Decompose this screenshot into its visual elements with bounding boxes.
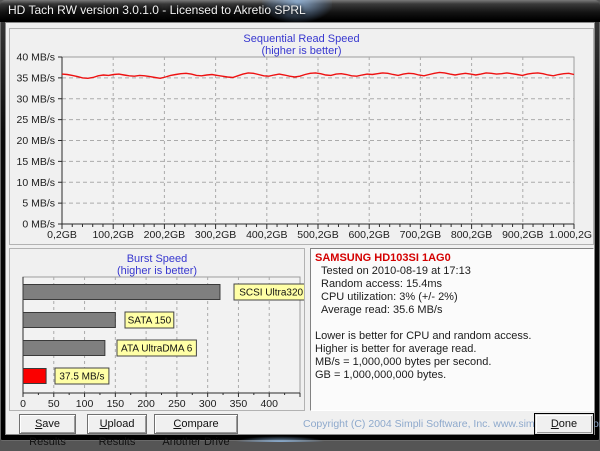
done-button[interactable]: Done (534, 413, 594, 435)
save-results-label: Save Results (20, 415, 75, 451)
bar (23, 285, 220, 300)
y-tick-label: 10 MB/s (16, 177, 55, 189)
sequential-read-plot: 40 MB/s 35 MB/s 30 MB/s 25 MB/s 20 MB/s 15 MB… (10, 29, 593, 243)
done-label: Done (535, 415, 593, 433)
x-tick-label: 50 (48, 398, 60, 409)
burst-speed-chart: Burst Speed (higher is better) 050100150… (9, 248, 305, 411)
burst-speed-plot: 0 50 100 150 200 250 300 350 400 SCSI Ultra320 SAT… (10, 249, 304, 409)
cpu-utilization-line: CPU utilization: 3% (+/- 2%) (315, 291, 589, 304)
x-tick-label: 100,2GB (92, 229, 133, 241)
x-tick-label: 200 (137, 398, 155, 409)
x-tick-label: 150 (107, 398, 125, 409)
note-line: GB = 1,000,000,000 bytes. (315, 369, 589, 382)
bar-label: SCSI Ultra320 (239, 288, 303, 299)
bar-label: 37.5 MB/s (59, 372, 104, 383)
window-title: HD Tach RW version 3.0.1.0 - Licensed to… (8, 3, 306, 17)
random-access-line: Random access: 15.4ms (315, 278, 589, 291)
x-tick-label: 0,2GB (47, 229, 77, 241)
title-bar[interactable]: HD Tach RW version 3.0.1.0 - Licensed to… (0, 0, 600, 22)
x-tick-label: 300,2GB (195, 229, 236, 241)
upload-results-button[interactable]: Upload Results (87, 414, 147, 434)
note-line: Lower is better for CPU and random acces… (315, 330, 589, 343)
bar (23, 313, 115, 328)
bar (23, 341, 105, 356)
info-spacer (315, 317, 589, 330)
drive-name: SAMSUNG HD103SI 1AG0 (315, 252, 589, 265)
x-tick-label: 250 (168, 398, 186, 409)
x-tick-label: 350 (230, 398, 248, 409)
x-tick-label: 900,2GB (502, 229, 543, 241)
app-window: HD Tach RW version 3.0.1.0 - Licensed to… (0, 0, 600, 441)
x-tick-label: 700,2GB (400, 229, 441, 241)
copyright-text: Copyright (C) 2004 Simpli Software, Inc.… (303, 415, 531, 434)
y-tick-label: 20 MB/s (16, 135, 55, 147)
x-tick-label: 600,2GB (348, 229, 389, 241)
sequential-read-chart: Sequential Read Speed (higher is better)… (9, 28, 594, 245)
x-tick-label: 0 (20, 398, 26, 409)
x-tick-label: 400 (260, 398, 278, 409)
y-tick-label: 5 MB/s (22, 198, 55, 210)
bar (23, 369, 46, 384)
y-tick-label: 35 MB/s (16, 72, 55, 84)
x-tick-label: 1.000,2GB (549, 229, 593, 241)
x-tick-label: 800,2GB (451, 229, 492, 241)
bar-label: ATA UltraDMA 6 (121, 344, 193, 355)
compare-another-drive-button[interactable]: Compare Another Drive (154, 414, 238, 434)
tested-on-line: Tested on 2010-08-19 at 17:13 (315, 265, 589, 278)
y-tick-label: 15 MB/s (16, 156, 55, 168)
compare-another-drive-label: Compare Another Drive (155, 415, 237, 451)
upload-results-label: Upload Results (88, 415, 146, 451)
note-line: Higher is better for average read. (315, 343, 589, 356)
drive-info-panel: SAMSUNG HD103SI 1AG0 Tested on 2010-08-1… (310, 248, 594, 411)
x-tick-label: 400,2GB (246, 229, 287, 241)
bar-label: SATA 150 (128, 316, 172, 327)
save-results-button[interactable]: Save Results (19, 414, 76, 434)
y-tick-label: 30 MB/s (16, 93, 55, 105)
x-tick-label: 500,2GB (297, 229, 338, 241)
y-tick-label: 40 MB/s (16, 52, 55, 64)
x-tick-label: 200,2GB (144, 229, 185, 241)
x-tick-label: 300 (199, 398, 217, 409)
note-line: MB/s = 1,000,000 bytes per second. (315, 356, 589, 369)
client-area: Sequential Read Speed (higher is better)… (5, 22, 595, 435)
x-tick-label: 100 (76, 398, 94, 409)
average-read-line: Average read: 35.6 MB/s (315, 304, 589, 317)
y-tick-label: 25 MB/s (16, 114, 55, 126)
window-bottom-glow (235, 436, 325, 442)
